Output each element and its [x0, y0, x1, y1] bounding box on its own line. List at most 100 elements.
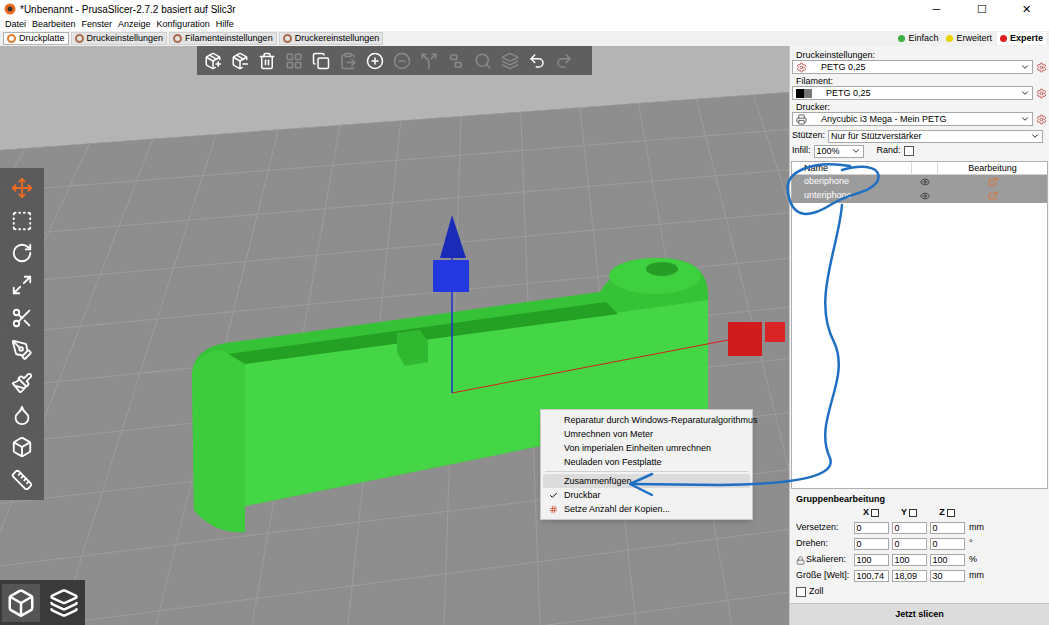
eye-icon[interactable] — [920, 191, 930, 201]
supports-select[interactable]: Nur für Stützverstärker — [828, 130, 1043, 143]
mode-dot — [898, 35, 905, 42]
value-field[interactable]: 0 — [854, 522, 889, 534]
menu-item[interactable]: Konfiguration — [154, 18, 213, 31]
gear-icon[interactable] — [1036, 88, 1047, 99]
toolbar-button[interactable] — [498, 49, 522, 73]
gizmo-button[interactable] — [6, 239, 38, 267]
measure-icon — [11, 469, 33, 491]
lock-icon[interactable] — [796, 556, 805, 565]
layers-icon — [501, 52, 519, 70]
view-button[interactable] — [45, 584, 83, 622]
copy-icon — [312, 52, 330, 70]
window-control[interactable]: ✕ — [1004, 0, 1049, 18]
toolbar-button[interactable] — [444, 49, 468, 73]
axis-icon — [909, 509, 917, 517]
eye-icon[interactable] — [920, 177, 930, 187]
tab[interactable]: Filamenteinstellungen — [169, 32, 277, 45]
gizmo-button[interactable] — [6, 433, 38, 461]
gizmo-button[interactable] — [6, 466, 38, 494]
window-control[interactable]: ─ — [914, 0, 959, 18]
mode-button[interactable]: Einfach — [895, 32, 941, 45]
value-field[interactable]: 18,09 — [892, 570, 927, 582]
value-field[interactable]: 0 — [892, 538, 927, 550]
gear-icon[interactable] — [1036, 62, 1047, 73]
value-field[interactable]: 0 — [854, 538, 889, 550]
brim-checkbox[interactable] — [904, 146, 914, 156]
inches-checkbox[interactable] — [796, 587, 806, 597]
check-icon — [549, 491, 558, 500]
context-menu-item[interactable]: Neuladen von Festplatte — [543, 455, 750, 469]
hollow-icon — [11, 436, 33, 458]
gizmo-button[interactable] — [6, 174, 38, 202]
add-instance-icon — [366, 52, 384, 70]
menu-item[interactable]: Datei — [2, 18, 29, 31]
gizmo-button[interactable] — [6, 304, 38, 332]
edit-icon[interactable] — [988, 191, 998, 201]
mode-button[interactable]: Experte — [997, 32, 1046, 45]
rotate-icon — [11, 242, 33, 264]
toolbar-button[interactable] — [525, 49, 549, 73]
value-field[interactable]: 100,74 — [854, 570, 889, 582]
axis-icon — [871, 509, 879, 517]
context-menu-item[interactable]: Reparatur durch Windows-Reparaturalgorit… — [543, 413, 750, 427]
toolbar-button[interactable] — [228, 49, 252, 73]
preset-combo[interactable]: PETG 0,25 — [792, 60, 1033, 74]
context-menu-item[interactable]: Zusammenfügen — [543, 474, 750, 488]
menu-item[interactable]: Hilfe — [213, 18, 237, 31]
tab[interactable]: Druckeinstellungen — [71, 32, 168, 45]
toolbar-button[interactable] — [201, 49, 225, 73]
toolbar-button[interactable] — [363, 49, 387, 73]
toolbar-button[interactable] — [390, 49, 414, 73]
gizmo-button[interactable] — [6, 336, 38, 364]
preset-combo[interactable]: Anycubic i3 Mega - Mein PETG — [792, 112, 1033, 126]
toolbar-button[interactable] — [552, 49, 576, 73]
preset-combo[interactable]: PETG 0,25 — [792, 86, 1033, 100]
print-settings-icon — [796, 62, 807, 73]
gizmo-button[interactable] — [6, 271, 38, 299]
cut-icon — [11, 307, 33, 329]
3d-scene[interactable]: Reparatur durch Windows-Reparaturalgorit… — [0, 46, 789, 625]
context-menu-item[interactable]: Von imperialen Einheiten umrechnen — [543, 441, 750, 455]
tab[interactable]: Druckplatte — [3, 32, 69, 45]
slice-button[interactable]: Jetzt slicen — [790, 603, 1049, 625]
toolbar-button[interactable] — [471, 49, 495, 73]
menu-item[interactable]: Bearbeiten — [29, 18, 79, 31]
tab-icon — [283, 34, 292, 43]
toolbar-button[interactable] — [336, 49, 360, 73]
context-menu-item[interactable]: Umrechnen von Meter — [543, 427, 750, 441]
edit-icon[interactable] — [988, 177, 998, 187]
toolbar-button[interactable] — [282, 49, 306, 73]
move-icon — [11, 177, 33, 199]
object-row[interactable]: unteriphone — [792, 189, 1047, 203]
menu-item[interactable]: Fenster — [79, 18, 116, 31]
value-field[interactable]: 30 — [930, 570, 965, 582]
window-control[interactable]: ☐ — [959, 0, 1004, 18]
gizmo-button[interactable] — [6, 207, 38, 235]
value-field[interactable]: 0 — [930, 538, 965, 550]
axes-header: XYZ — [796, 507, 1043, 519]
gizmo-button[interactable] — [6, 369, 38, 397]
context-menu-item[interactable]: Druckbar — [543, 488, 750, 502]
value-field[interactable]: 0 — [930, 522, 965, 534]
value-field[interactable]: 100 — [854, 554, 889, 566]
infill-select[interactable]: 100% — [814, 145, 864, 158]
support-paint-icon — [11, 339, 33, 361]
preview-icon — [49, 588, 79, 618]
toolbar-button[interactable] — [309, 49, 333, 73]
object-row[interactable]: oberiphone — [792, 175, 1047, 189]
scale-icon — [11, 210, 33, 232]
gear-icon[interactable] — [1036, 114, 1047, 125]
view-button[interactable] — [2, 584, 40, 622]
gizmo-button[interactable] — [6, 401, 38, 429]
chevron-down-icon — [851, 146, 861, 156]
bed-and-model-drawing[interactable] — [0, 46, 789, 625]
value-field[interactable]: 0 — [892, 522, 927, 534]
mode-button[interactable]: Erweitert — [943, 32, 995, 45]
tab[interactable]: Druckereinstellungen — [279, 32, 384, 45]
context-menu-item[interactable]: Setze Anzahl der Kopien... — [543, 502, 750, 516]
toolbar-button[interactable] — [255, 49, 279, 73]
toolbar-button[interactable] — [417, 49, 441, 73]
value-field[interactable]: 100 — [930, 554, 965, 566]
value-field[interactable]: 100 — [892, 554, 927, 566]
menu-item[interactable]: Anzeige — [115, 18, 154, 31]
